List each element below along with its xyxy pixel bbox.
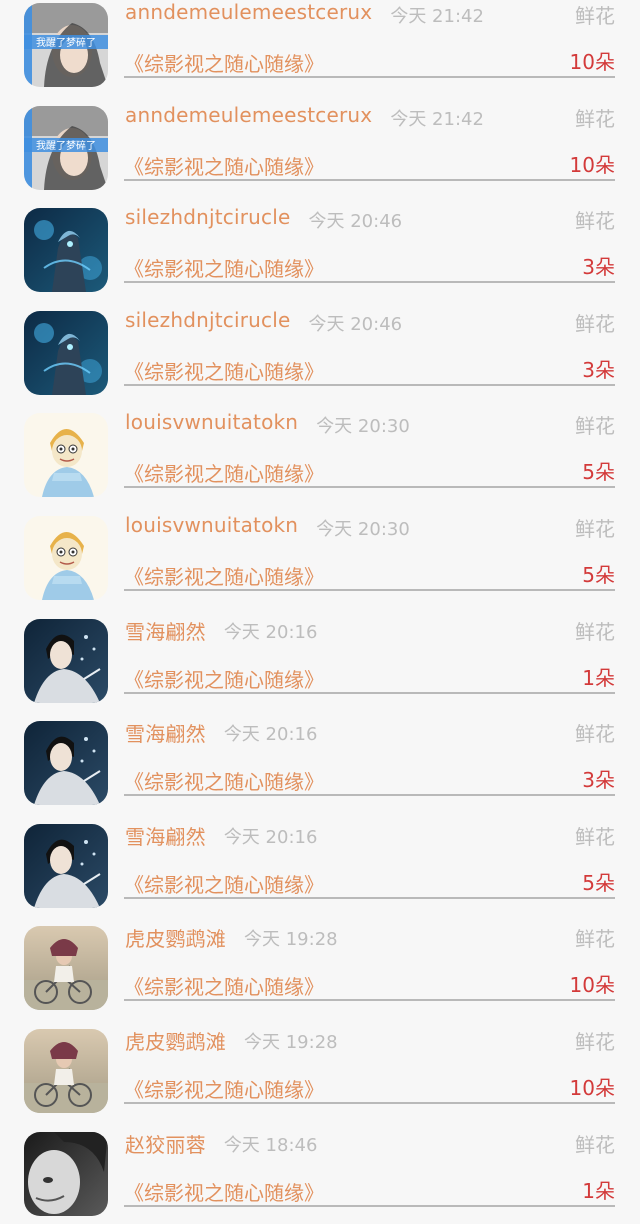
- gift-type-label: 鲜花: [575, 1029, 615, 1054]
- gift-type-label: 鲜花: [575, 4, 615, 28]
- row-divider: [124, 76, 615, 78]
- username[interactable]: 雪海翩然: [125, 821, 206, 850]
- costume-drama-avatar[interactable]: [24, 721, 108, 806]
- username[interactable]: anndemeulemeestcerux: [125, 0, 372, 24]
- flower-count: 10朵: [569, 152, 615, 177]
- bicycle-couple-avatar[interactable]: [24, 1028, 108, 1113]
- flower-count: 3朵: [582, 357, 615, 382]
- flower-count: 10朵: [569, 973, 615, 998]
- gift-type-label: 鲜花: [575, 516, 615, 541]
- username[interactable]: silezhdnjtcirucle: [125, 205, 291, 229]
- gift-record-row[interactable]: 我醒了梦碎了 anndemeulemeestcerux 今天 21:42 鲜花《综影视…: [0, 96, 640, 199]
- username[interactable]: louisvwnuitatokn: [125, 513, 298, 537]
- username[interactable]: 雪海翩然: [125, 616, 206, 645]
- gift-record-row[interactable]: 雪海翩然 今天 20:16 鲜花《综影视之随心随缘》 5朵: [0, 814, 640, 917]
- gift-record-row[interactable]: 雪海翩然 今天 20:16 鲜花《综影视之随心随缘》 3朵: [0, 711, 640, 814]
- flower-count: 10朵: [569, 50, 615, 74]
- timestamp: 今天 20:46: [308, 211, 403, 233]
- gift-record-row[interactable]: 雪海翩然 今天 20:16 鲜花《综影视之随心随缘》 1朵: [0, 609, 640, 712]
- gift-type-label: 鲜花: [575, 414, 615, 439]
- username[interactable]: silezhdnjtcirucle: [125, 308, 291, 332]
- row-divider: [124, 588, 615, 591]
- gift-record-row[interactable]: 虎皮鹦鹉滩 今天 19:28 鲜花《综影视之随心随缘》 10朵: [0, 1019, 640, 1122]
- gift-record-row[interactable]: louisvwnuitatokn 今天 20:30 鲜花《综影视之随心随缘》 5朵: [0, 403, 640, 506]
- flower-count: 5朵: [582, 870, 615, 895]
- username[interactable]: 虎皮鹦鹉滩: [125, 1026, 226, 1055]
- book-title-link[interactable]: 《综影视之随心随缘》: [124, 1074, 324, 1103]
- timestamp: 今天 20:16: [223, 724, 318, 746]
- timestamp: 今天 20:30: [316, 416, 410, 438]
- gift-type-label: 鲜花: [575, 311, 615, 336]
- row-divider: [124, 794, 615, 797]
- flower-count: 1朵: [582, 1178, 615, 1203]
- gift-record-row[interactable]: silezhdnjtcirucle 今天 20:46 鲜花《综影视之随心随缘》 3朵: [0, 301, 640, 404]
- bicycle-couple-avatar[interactable]: [24, 926, 108, 1011]
- gift-type-label: 鲜花: [575, 106, 615, 131]
- gift-type-label: 鲜花: [575, 824, 615, 849]
- gift-record-row[interactable]: silezhdnjtcirucle 今天 20:46 鲜花《综影视之随心随缘》 3朵: [0, 198, 640, 301]
- username[interactable]: 雪海翩然: [125, 718, 206, 747]
- book-title-link[interactable]: 《综影视之随心随缘》: [124, 869, 324, 898]
- flower-count: 3朵: [582, 255, 615, 280]
- username[interactable]: anndemeulemeestcerux: [125, 103, 372, 127]
- gift-record-row[interactable]: 虎皮鹦鹉滩 今天 19:28 鲜花《综影视之随心随缘》 10朵: [0, 916, 640, 1019]
- username[interactable]: louisvwnuitatokn: [125, 410, 298, 434]
- flower-count: 3朵: [582, 768, 615, 793]
- flower-count: 1朵: [582, 665, 615, 690]
- book-title-link[interactable]: 《综影视之随心随缘》: [124, 561, 324, 590]
- username[interactable]: 虎皮鹦鹉滩: [125, 923, 226, 952]
- gift-type-label: 鲜花: [575, 1132, 615, 1157]
- timestamp: 今天 19:28: [244, 929, 338, 951]
- flower-count: 10朵: [569, 1075, 615, 1100]
- cartoon-princess-avatar[interactable]: [24, 515, 108, 600]
- row-divider: [124, 486, 615, 489]
- row-divider: [124, 383, 615, 386]
- timestamp: 今天 19:28: [244, 1031, 338, 1053]
- book-title-link[interactable]: 《综影视之随心随缘》: [124, 253, 324, 282]
- gift-record-row[interactable]: louisvwnuitatokn 今天 20:30 鲜花《综影视之随心随缘》 5朵: [0, 506, 640, 609]
- svg-text:我醒了梦碎了: 我醒了梦碎了: [36, 139, 96, 152]
- book-title-link[interactable]: 《综影视之随心随缘》: [124, 664, 324, 693]
- row-divider: [124, 691, 615, 694]
- row-divider: [124, 281, 615, 284]
- gift-record-list: 我醒了梦碎了 anndemeulemeestcerux 今天 21:42 鲜花 《综影视…: [0, 0, 640, 1224]
- book-title-link[interactable]: 《综影视之随心随缘》: [124, 1177, 324, 1206]
- costume-drama-avatar[interactable]: [24, 823, 108, 908]
- timestamp: 今天 20:16: [223, 826, 318, 848]
- row-divider: [124, 896, 615, 899]
- gift-type-label: 鲜花: [575, 927, 615, 952]
- timestamp: 今天 18:46: [223, 1134, 318, 1156]
- timestamp: 今天 21:42: [390, 6, 484, 27]
- row-divider: [124, 999, 615, 1002]
- armored-warrior-avatar[interactable]: [24, 310, 108, 395]
- row-divider: [124, 178, 615, 181]
- girl-photo-avatar[interactable]: 我醒了梦碎了: [24, 105, 108, 190]
- armored-warrior-avatar[interactable]: [24, 208, 108, 293]
- book-title-link[interactable]: 《综影视之随心随缘》: [124, 151, 324, 180]
- book-title-link[interactable]: 《综影视之随心随缘》: [124, 766, 324, 795]
- timestamp: 今天 20:30: [316, 518, 410, 540]
- girl-photo-avatar[interactable]: 我醒了梦碎了: [24, 3, 108, 87]
- flower-count: 5朵: [582, 460, 615, 485]
- gift-type-label: 鲜花: [575, 619, 615, 644]
- flower-count: 5朵: [582, 562, 615, 587]
- row-divider: [124, 1204, 615, 1207]
- timestamp: 今天 20:46: [308, 313, 403, 335]
- svg-text:我醒了梦碎了: 我醒了梦碎了: [36, 36, 96, 49]
- book-title-link[interactable]: 《综影视之随心随缘》: [124, 458, 324, 487]
- gift-record-row[interactable]: 赵狡丽蓉 今天 18:46 鲜花《综影视之随心随缘》 1朵: [0, 1122, 640, 1224]
- row-divider: [124, 1101, 615, 1104]
- timestamp: 今天 20:16: [223, 621, 318, 643]
- gift-record-row[interactable]: 我醒了梦碎了 anndemeulemeestcerux 今天 21:42 鲜花《综影视…: [0, 0, 640, 96]
- book-title-link[interactable]: 《综影视之随心随缘》: [124, 971, 324, 1000]
- costume-drama-avatar[interactable]: [24, 618, 108, 703]
- gift-type-label: 鲜花: [575, 209, 615, 234]
- cartoon-princess-avatar[interactable]: [24, 413, 108, 498]
- book-title-link[interactable]: 《综影视之随心随缘》: [124, 356, 324, 385]
- timestamp: 今天 21:42: [390, 108, 484, 130]
- book-title-link[interactable]: 《综影视之随心随缘》: [124, 48, 324, 77]
- gift-type-label: 鲜花: [575, 722, 615, 747]
- username[interactable]: 赵狡丽蓉: [125, 1129, 206, 1158]
